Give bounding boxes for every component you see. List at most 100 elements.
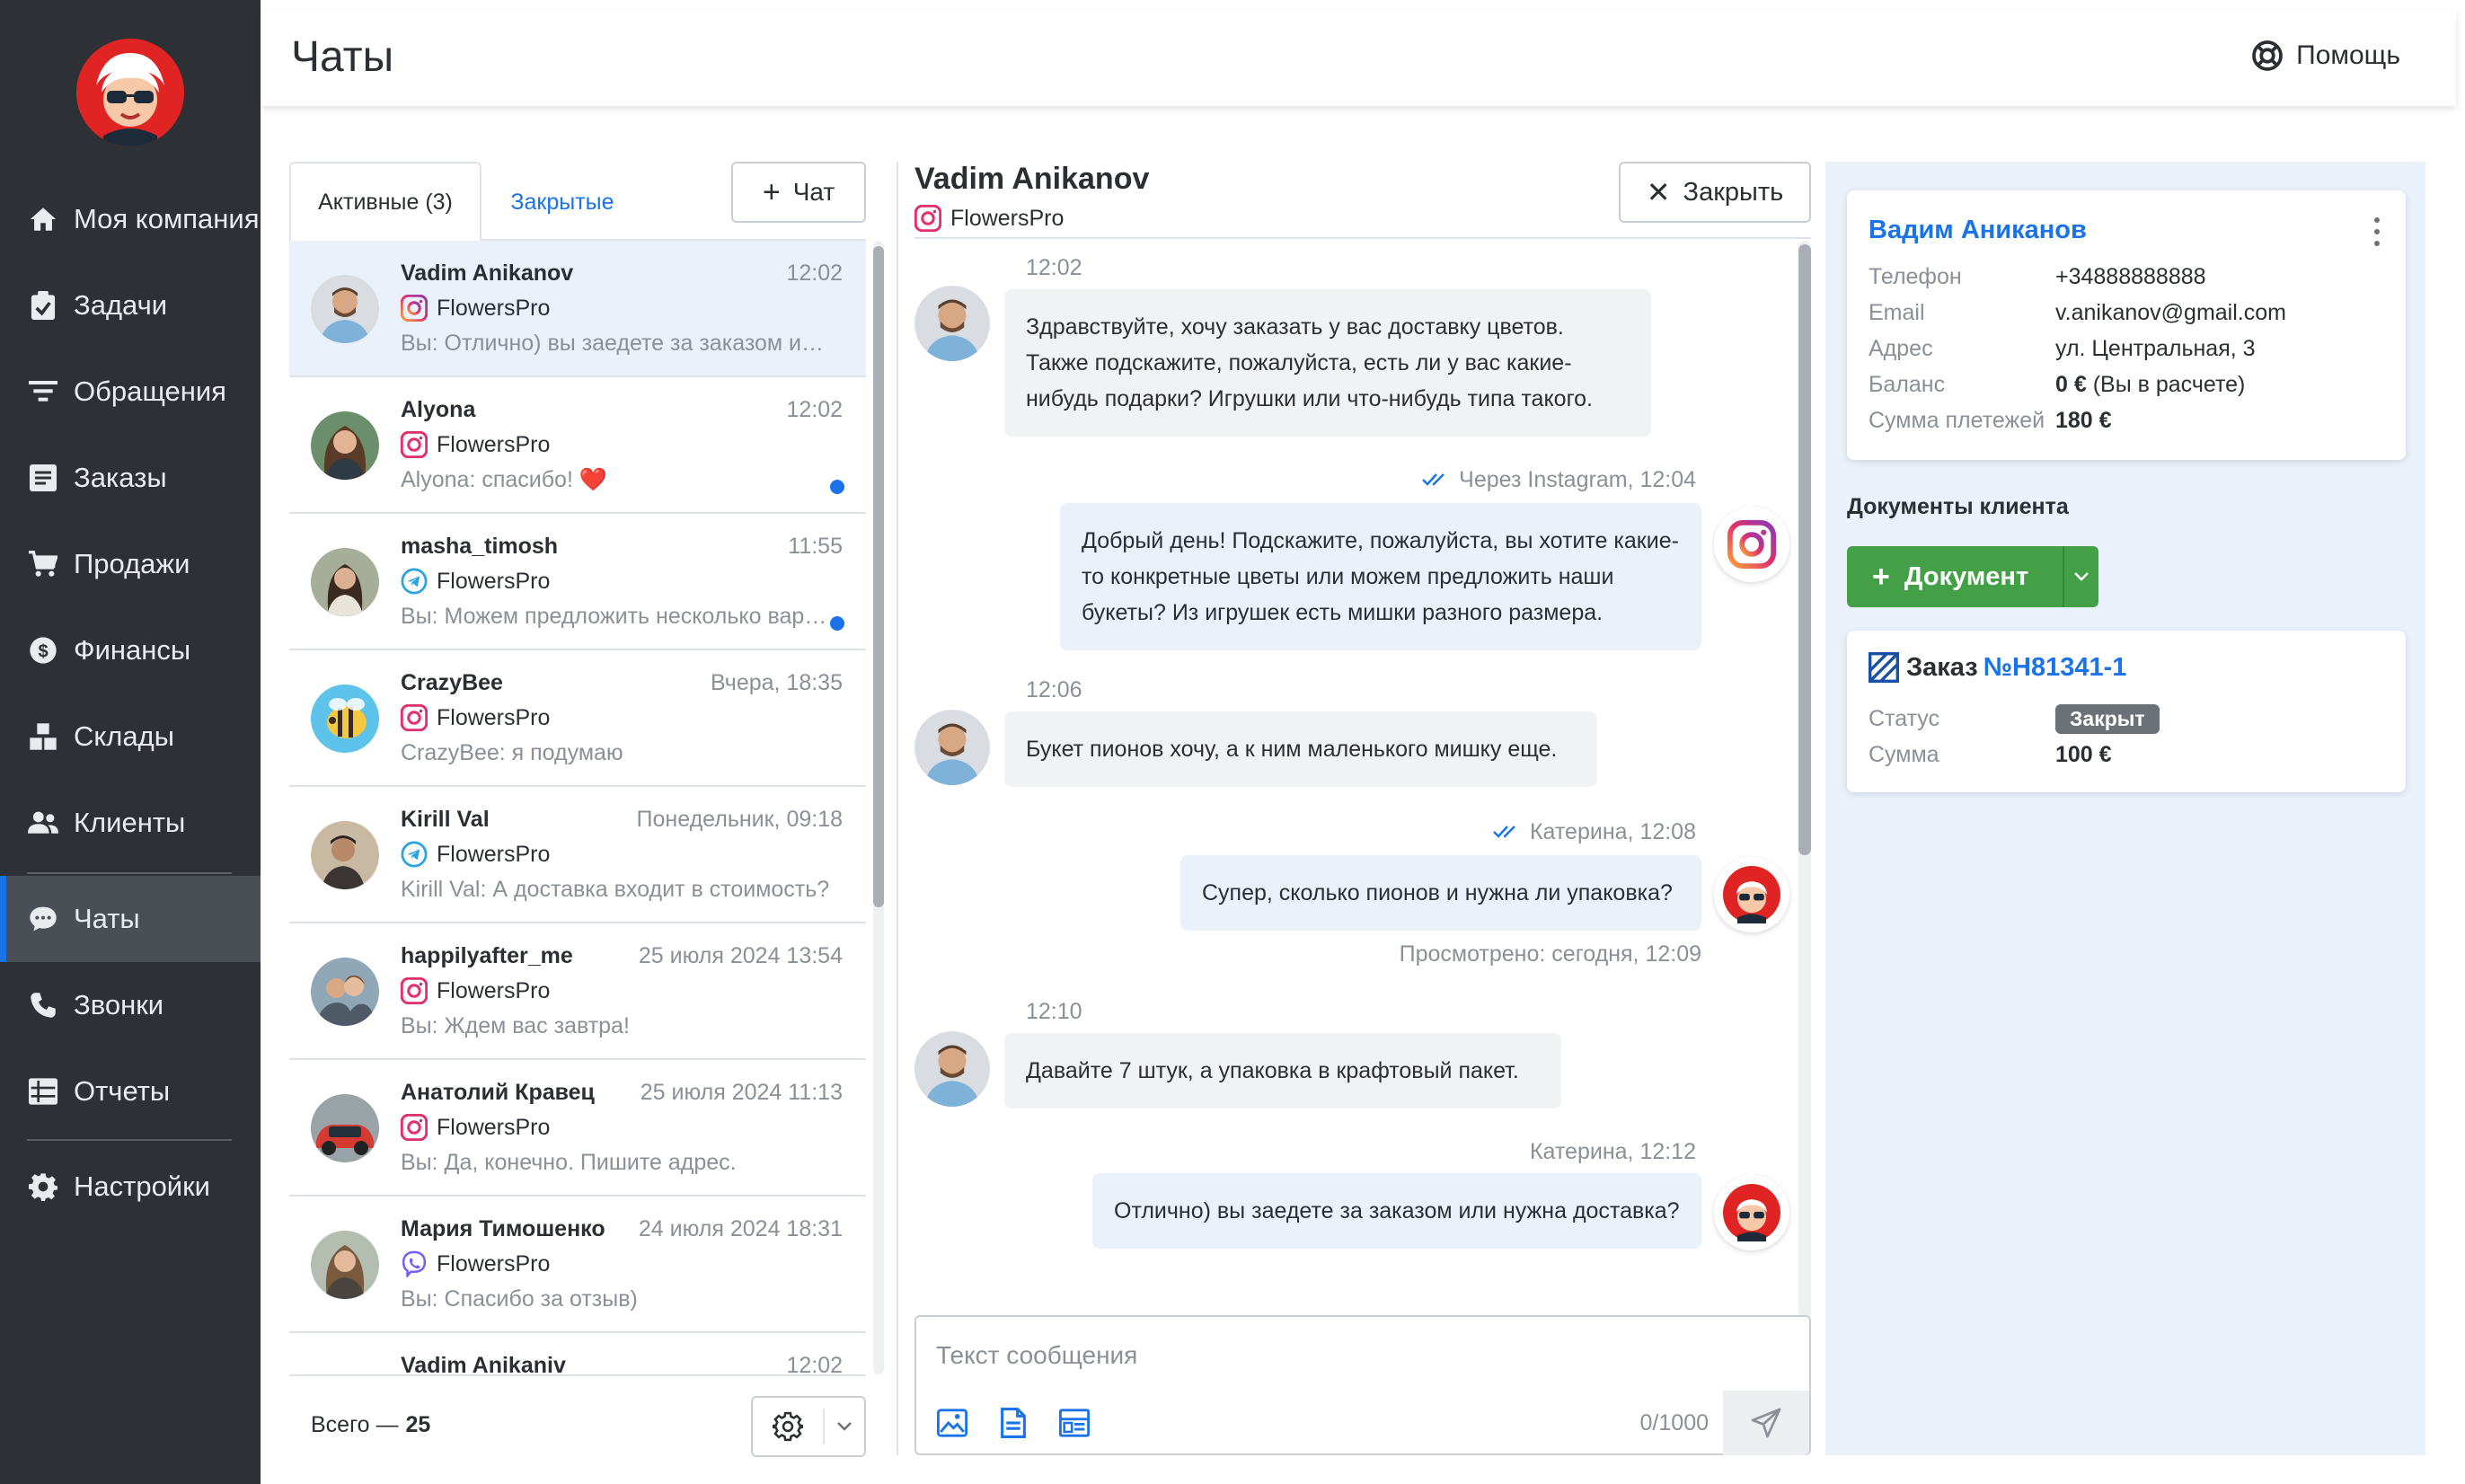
home-icon xyxy=(27,203,59,235)
telegram-icon xyxy=(401,841,428,868)
chat-time: 25 июля 2024 11:13 xyxy=(640,1080,843,1105)
sidebar-item-chats[interactable]: Чаты xyxy=(0,876,261,962)
operator-avatar xyxy=(1714,1175,1789,1250)
chat-preview: Kirill Val: А доставка входит в стоимост… xyxy=(401,877,830,902)
chat-source: FlowersPro xyxy=(401,1250,550,1279)
sidebar-item-label: Настройки xyxy=(74,1170,211,1202)
nav-separator xyxy=(27,872,232,874)
chat-source: FlowersPro xyxy=(400,976,551,1005)
sidebar-item-warehouses[interactable]: Склады xyxy=(0,693,261,780)
document-attach-icon[interactable] xyxy=(995,1405,1031,1441)
field-label: Сумма плетежей xyxy=(1869,408,2045,433)
new-chat-button[interactable]: + Чат xyxy=(731,162,866,223)
company-logo[interactable] xyxy=(76,39,184,146)
chat-time: Вчера, 18:35 xyxy=(710,670,843,695)
message-input[interactable] xyxy=(936,1333,1780,1378)
help-button[interactable]: Помощь xyxy=(2251,40,2400,72)
list-settings-button[interactable] xyxy=(751,1396,866,1457)
chat-list-item[interactable]: masha_timosh 11:55 FlowersPro Вы: Можем … xyxy=(289,514,866,650)
client-field-phone: Телефон +34888888888 xyxy=(1869,264,2206,290)
message-bubble-incoming: Букет пионов хочу, а к ним маленького ми… xyxy=(1004,711,1597,787)
chat-list-item[interactable]: Alyona 12:02 FlowersPro Alyona: спасибо!… xyxy=(289,377,866,514)
message-bubble-outgoing: Отлично) вы заедете за заказом или нужна… xyxy=(1092,1173,1701,1249)
chat-name: masha_timosh xyxy=(401,534,559,559)
sidebar-item-finance[interactable]: $ Финансы xyxy=(0,607,261,693)
chat-source-label: FlowersPro xyxy=(437,977,551,1003)
panel-divider xyxy=(897,162,898,1455)
client-panel: Вадим Аниканов Телефон +34888888888 Email… xyxy=(1825,162,2425,1455)
sidebar-item-sales[interactable]: Продажи xyxy=(0,521,261,607)
template-icon[interactable] xyxy=(1056,1405,1092,1441)
svg-text:$: $ xyxy=(38,641,48,661)
chat-source: FlowersPro xyxy=(400,294,550,322)
message-meta: 12:10 xyxy=(1026,999,1082,1024)
scrollbar-thumb[interactable] xyxy=(873,246,884,907)
contact-name: Vadim Anikanov xyxy=(914,162,1150,196)
field-label: Телефон xyxy=(1869,264,1962,289)
chat-list-item[interactable]: Vadim Anikanov 12:02 FlowersPro Вы: Отли… xyxy=(289,241,866,377)
client-name-link[interactable]: Вадим Аниканов xyxy=(1869,216,2087,245)
add-document-button[interactable]: + Документ xyxy=(1847,546,2098,607)
order-title: Заказ №H81341-1 xyxy=(1869,652,2126,683)
chat-list-item[interactable]: Мария Тимошенко 24 июля 2024 18:31 Flowe… xyxy=(289,1197,866,1333)
field-value: (Вы в расчете) xyxy=(2092,372,2246,397)
avatar xyxy=(311,685,379,753)
nav-separator xyxy=(27,1139,232,1141)
order-card: Заказ №H81341-1 Статус Закрыт Сумма 100 € xyxy=(1847,631,2406,792)
sidebar-item-tasks[interactable]: Задачи xyxy=(0,262,261,349)
chat-source: FlowersPro xyxy=(401,568,550,595)
total-label: Всего — xyxy=(311,1412,399,1437)
message-bubble-outgoing: Супер, сколько пионов и нужна ли упаковк… xyxy=(1180,855,1701,931)
filter-lines-icon xyxy=(27,375,59,408)
tab-active-chats[interactable]: Активные (3) xyxy=(289,162,482,243)
chevron-down-icon[interactable] xyxy=(2063,546,2098,607)
contact-avatar xyxy=(914,1031,990,1107)
chat-source: FlowersPro xyxy=(400,703,550,732)
conversation-scrollbar[interactable] xyxy=(1798,241,1811,1319)
message-meta: Через Instagram, 12:04 xyxy=(1094,467,1696,494)
more-vertical-icon[interactable] xyxy=(2368,214,2386,250)
sidebar-item-settings[interactable]: Настройки xyxy=(0,1144,261,1230)
lifebuoy-icon xyxy=(2251,40,2284,72)
sidebar-item-reports[interactable]: Отчеты xyxy=(0,1048,261,1135)
sidebar-item-calls[interactable]: Звонки xyxy=(0,962,261,1048)
sidebar-item-clients[interactable]: Клиенты xyxy=(0,780,261,866)
chat-time: Понедельник, 09:18 xyxy=(636,807,843,832)
order-prefix: Заказ xyxy=(1906,652,1978,682)
instagram-channel-avatar xyxy=(1714,507,1789,582)
close-chat-button[interactable]: ✕ Закрыть xyxy=(1619,162,1811,223)
chat-list-item[interactable]: Kirill Val Понедельник, 09:18 FlowersPro… xyxy=(289,787,866,923)
conversation-source-label: FlowersPro xyxy=(950,205,1065,231)
send-button[interactable] xyxy=(1723,1391,1809,1455)
sidebar-item-orders[interactable]: Заказы xyxy=(0,435,261,521)
chat-list-item[interactable]: Анатолий Кравец 25 июля 2024 11:13 Flowe… xyxy=(289,1060,866,1197)
users-icon xyxy=(27,807,59,839)
chat-list-item[interactable]: happilyafter_me 25 июля 2024 13:54 Flowe… xyxy=(289,923,866,1060)
field-label: Баланс xyxy=(1869,372,1946,397)
tab-closed-chats[interactable]: Закрытые xyxy=(482,162,643,243)
client-field-address: Адрес ул. Центральная, 3 xyxy=(1869,336,2256,362)
double-check-icon xyxy=(1421,468,1452,494)
chat-list-scrollbar[interactable] xyxy=(873,241,884,1374)
chat-source-label: FlowersPro xyxy=(437,431,551,457)
chat-preview: Вы: Можем предложить несколько вариантов xyxy=(401,604,832,629)
scrollbar-thumb[interactable] xyxy=(1798,244,1811,855)
instagram-icon xyxy=(400,430,429,459)
chat-tabs: Активные (3) Закрытые + Чат xyxy=(289,162,866,243)
message-composer: 0/1000 xyxy=(914,1315,1811,1455)
clipboard-check-icon xyxy=(27,289,59,322)
viber-icon xyxy=(401,1250,428,1279)
chat-source-label: FlowersPro xyxy=(437,568,551,594)
chat-bubble-icon xyxy=(27,903,59,935)
operator-avatar xyxy=(1714,857,1789,932)
image-attach-icon[interactable] xyxy=(934,1405,970,1441)
client-field-email: Email v.anikanov@gmail.com xyxy=(1869,300,2286,326)
message-meta-text: Катерина, 12:08 xyxy=(1529,819,1696,844)
chat-list-item[interactable]: Vadim Anikaniv 12:02 xyxy=(289,1333,866,1374)
order-number-link[interactable]: №H81341-1 xyxy=(1983,653,2127,683)
instagram-icon xyxy=(400,703,429,732)
sidebar-item-requests[interactable]: Обращения xyxy=(0,349,261,435)
chat-list-item[interactable]: CrazyBee Вчера, 18:35 FlowersPro CrazyBe… xyxy=(289,650,866,787)
sidebar-item-company[interactable]: Моя компания xyxy=(0,176,261,262)
avatar xyxy=(311,1231,379,1299)
